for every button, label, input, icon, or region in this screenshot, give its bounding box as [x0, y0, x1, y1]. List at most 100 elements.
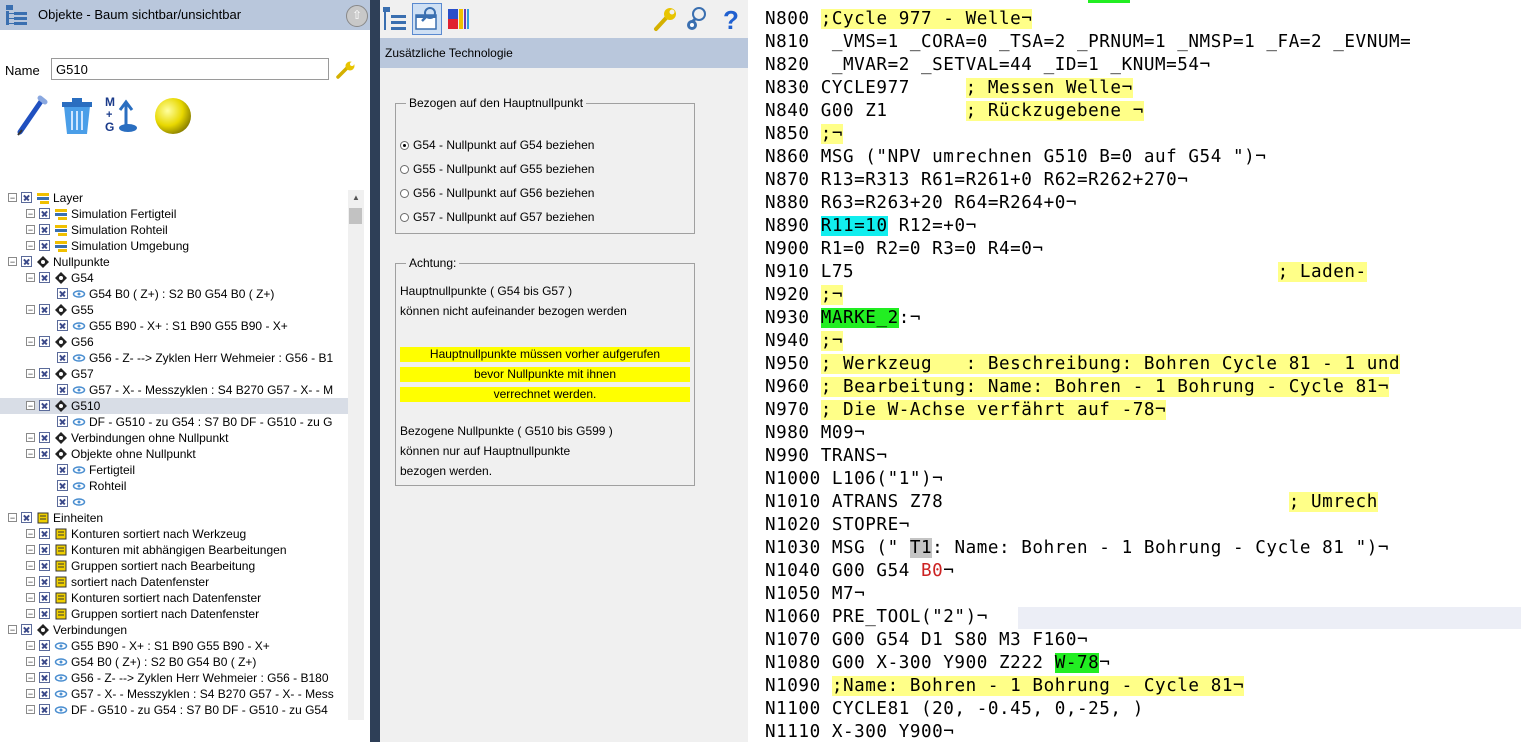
expand-toggle-icon[interactable]: − — [26, 209, 35, 219]
tree-item[interactable]: DF - G510 - zu G54 : S7 B0 DF - G510 - z… — [0, 414, 348, 430]
tree-item[interactable]: − G57 - X- - Messzyklen : S4 B270 G57 - X… — [0, 686, 348, 702]
visibility-checkbox[interactable] — [57, 288, 68, 299]
expand-toggle-icon[interactable]: − — [26, 577, 35, 587]
expand-toggle-icon[interactable]: − — [26, 241, 35, 251]
tree-item[interactable]: − Objekte ohne Nullpunkt — [0, 446, 348, 462]
tree-item[interactable]: G56 - Z- --> Zyklen Herr Wehmeier : G56 … — [0, 350, 348, 366]
code-line[interactable]: N1110 X-300 Y900¬ — [765, 721, 954, 742]
tree-item[interactable]: − DF - G510 - zu G54 : S7 B0 DF - G510 - … — [0, 702, 348, 718]
visibility-checkbox[interactable] — [57, 496, 68, 507]
code-line[interactable]: N1050 M7¬ — [765, 583, 865, 605]
tree-view-icon[interactable] — [382, 5, 408, 33]
radio-dot[interactable] — [400, 213, 409, 222]
visibility-checkbox[interactable] — [39, 656, 50, 667]
code-line[interactable]: N990 TRANS¬ — [765, 445, 888, 467]
search-settings-icon[interactable] — [684, 5, 710, 33]
expand-toggle-icon[interactable]: − — [8, 193, 17, 203]
expand-toggle-icon[interactable]: − — [26, 369, 35, 379]
visibility-checkbox[interactable] — [39, 240, 50, 251]
technology-view-button[interactable] — [412, 3, 442, 35]
visibility-checkbox[interactable] — [21, 256, 32, 267]
code-line[interactable]: N940 ;¬ — [765, 330, 844, 352]
visibility-checkbox[interactable] — [57, 480, 68, 491]
code-line[interactable]: N1100 CYCLE81 (20, -0.45, 0,-25, ) — [765, 698, 1144, 720]
expand-toggle-icon[interactable]: − — [26, 561, 35, 571]
expand-toggle-icon[interactable]: − — [26, 657, 35, 667]
nc-code-editor[interactable]: N800 ;Cycle 977 - Welle¬ N810 _VMS=1 _COR… — [748, 0, 1521, 742]
visibility-checkbox[interactable] — [39, 640, 50, 651]
visibility-checkbox[interactable] — [57, 416, 68, 427]
visibility-checkbox[interactable] — [57, 384, 68, 395]
code-line[interactable]: N900 R1=0 R2=0 R3=0 R4=0¬ — [765, 238, 1044, 260]
tree-item[interactable]: − Verbindungen ohne Nullpunkt — [0, 430, 348, 446]
scroll-up-icon[interactable]: ▲ — [348, 190, 364, 206]
tree-item[interactable]: Fertigteil — [0, 462, 348, 478]
tree-item[interactable]: − Layer — [0, 190, 348, 206]
name-input[interactable] — [51, 58, 329, 80]
code-line[interactable]: N920 ;¬ — [765, 284, 844, 306]
mg-transfer-icon[interactable]: M + G — [102, 92, 144, 138]
tree-item[interactable]: − G55 — [0, 302, 348, 318]
tree-item[interactable]: G54 B0 ( Z+) : S2 B0 G54 B0 ( Z+) — [0, 286, 348, 302]
visibility-checkbox[interactable] — [39, 448, 50, 459]
visibility-checkbox[interactable] — [39, 272, 50, 283]
expand-toggle-icon[interactable]: − — [26, 545, 35, 555]
visibility-checkbox[interactable] — [39, 304, 50, 315]
expand-toggle-icon[interactable]: − — [26, 689, 35, 699]
expand-toggle-icon[interactable]: − — [26, 433, 35, 443]
visibility-checkbox[interactable] — [39, 336, 50, 347]
code-line[interactable]: N1070 G00 G54 D1 S80 M3 F160¬ — [765, 629, 1088, 651]
visibility-checkbox[interactable] — [39, 368, 50, 379]
code-line[interactable]: N850 ;¬ — [765, 123, 844, 145]
tree-item[interactable]: − Simulation Umgebung — [0, 238, 348, 254]
expand-toggle-icon[interactable]: − — [26, 609, 35, 619]
tree-item[interactable]: − Nullpunkte — [0, 254, 348, 270]
code-line[interactable]: N890 R11=10 R12=+0¬ — [765, 215, 977, 237]
visibility-checkbox[interactable] — [39, 544, 50, 555]
visibility-checkbox[interactable] — [39, 608, 50, 619]
tree-scrollbar[interactable]: ▲ — [348, 190, 364, 720]
panel-splitter[interactable] — [370, 0, 380, 742]
tree-item[interactable]: − G56 - Z- --> Zyklen Herr Wehmeier : G56… — [0, 670, 348, 686]
expand-toggle-icon[interactable]: − — [8, 513, 17, 523]
visibility-checkbox[interactable] — [39, 400, 50, 411]
visibility-checkbox[interactable] — [39, 224, 50, 235]
code-line[interactable]: N1090 ;Name: Bohren - 1 Bohrung - Cycle … — [765, 675, 1245, 697]
code-line[interactable]: N960 ; Bearbeitung: Name: Bohren - 1 Boh… — [765, 376, 1389, 398]
tree-item[interactable]: − Verbindungen — [0, 622, 348, 638]
tree-item[interactable]: − Gruppen sortiert nach Datenfenster — [0, 606, 348, 622]
code-line[interactable]: N950 ; Werkzeug : Beschreibung: Bohren C… — [765, 353, 1401, 375]
code-line[interactable]: N1030 MSG (" T1: Name: Bohren - 1 Bohrun… — [765, 537, 1389, 559]
tree-item[interactable]: − G54 — [0, 270, 348, 286]
visibility-checkbox[interactable] — [39, 528, 50, 539]
expand-toggle-icon[interactable]: − — [26, 641, 35, 651]
code-line[interactable]: N870 R13=R313 R61=R261+0 R62=R262+270¬ — [765, 169, 1188, 191]
visibility-checkbox[interactable] — [21, 624, 32, 635]
expand-toggle-icon[interactable]: − — [26, 593, 35, 603]
code-line[interactable]: N800 ;Cycle 977 - Welle¬ — [765, 8, 1033, 30]
code-line[interactable]: N970 ; Die W-Achse verfährt auf -78¬ — [765, 399, 1167, 421]
code-line[interactable]: N820 _MVAR=2 _SETVAL=44 _ID=1 _KNUM=54¬ — [765, 54, 1211, 76]
tree-item[interactable]: G55 B90 - X+ : S1 B90 G55 B90 - X+ — [0, 318, 348, 334]
tree-item[interactable]: − Konturen sortiert nach Datenfenster — [0, 590, 348, 606]
code-line[interactable]: N1040 G00 G54 B0¬ — [765, 560, 954, 582]
pencil-icon[interactable] — [10, 92, 52, 138]
code-line[interactable]: N1000 L106("1")¬ — [765, 468, 943, 490]
code-line[interactable]: N860 MSG ("NPV umrechnen G510 B=0 auf G5… — [765, 146, 1266, 168]
collapse-up-icon[interactable]: ⇧ — [346, 5, 368, 27]
radio-dot[interactable] — [400, 165, 409, 174]
visibility-checkbox[interactable] — [21, 512, 32, 523]
visibility-checkbox[interactable] — [39, 208, 50, 219]
code-line[interactable]: N930 MARKE_2:¬ — [765, 307, 921, 329]
code-line[interactable]: N830 CYCLE977 ; Messen Welle¬ — [765, 77, 1133, 99]
expand-toggle-icon[interactable]: − — [8, 257, 17, 267]
palette-icon[interactable] — [446, 5, 472, 33]
expand-toggle-icon[interactable]: − — [26, 305, 35, 315]
visibility-checkbox[interactable] — [39, 688, 50, 699]
visibility-checkbox[interactable] — [21, 192, 32, 203]
tree-item[interactable]: G57 - X- - Messzyklen : S4 B270 G57 - X-… — [0, 382, 348, 398]
expand-toggle-icon[interactable]: − — [8, 625, 17, 635]
tree-item[interactable]: − G510 — [0, 398, 348, 414]
code-line[interactable]: N910 L75 ; Laden- — [765, 261, 1367, 283]
tree-item[interactable]: − sortiert nach Datenfenster — [0, 574, 348, 590]
